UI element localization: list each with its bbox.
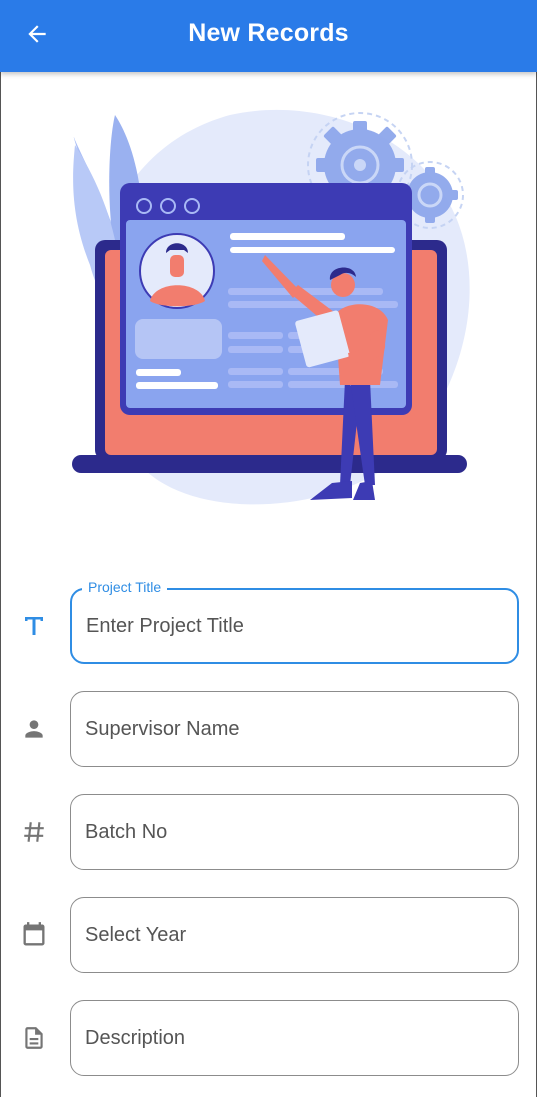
description-row (0, 1000, 537, 1078)
document-icon (16, 1020, 52, 1056)
select-year-field[interactable] (70, 897, 519, 973)
description-field[interactable] (70, 1000, 519, 1076)
select-year-row (0, 897, 537, 975)
description-input[interactable] (85, 1001, 505, 1075)
hash-icon (16, 814, 52, 850)
select-year-input[interactable] (85, 898, 505, 972)
supervisor-name-field[interactable] (70, 691, 519, 767)
records-illustration (72, 109, 470, 505)
title-text-icon (16, 608, 52, 644)
app-bar: New Records (0, 0, 537, 72)
page-title: New Records (188, 19, 349, 47)
batch-no-field[interactable] (70, 794, 519, 870)
batch-no-row (0, 794, 537, 872)
project-title-field[interactable]: Project Title (70, 579, 519, 664)
project-title-input[interactable] (86, 590, 506, 662)
laptop-base (72, 455, 467, 473)
calendar-icon (16, 917, 52, 953)
supervisor-name-row (0, 691, 537, 769)
batch-no-input[interactable] (85, 795, 505, 869)
person-icon (16, 711, 52, 747)
project-title-row: Project Title (0, 579, 537, 666)
supervisor-name-input[interactable] (85, 692, 505, 766)
